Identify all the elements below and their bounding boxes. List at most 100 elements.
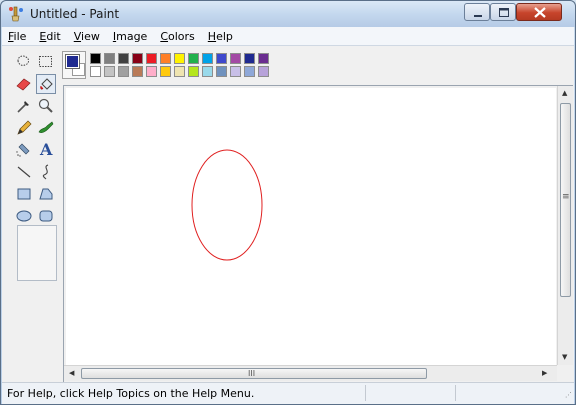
pencil-icon <box>17 120 32 135</box>
palette-swatch[interactable] <box>244 66 255 77</box>
menu-view[interactable]: View <box>74 30 100 43</box>
free-form-select-tool[interactable] <box>14 52 34 72</box>
paint-window: Untitled - Paint File Edit View Image Colors… <box>0 0 576 405</box>
scroll-left-icon[interactable]: ◀ <box>69 369 74 377</box>
palette-swatch[interactable] <box>104 66 115 77</box>
palette-swatch[interactable] <box>258 66 269 77</box>
palette-swatch[interactable] <box>146 66 157 77</box>
menu-help[interactable]: Help <box>208 30 233 43</box>
ellipse-tool[interactable] <box>14 206 34 226</box>
curve-icon <box>42 164 49 180</box>
palette-swatch[interactable] <box>174 53 185 64</box>
rounded-rectangle-tool[interactable] <box>36 206 56 226</box>
palette-swatch[interactable] <box>104 53 115 64</box>
vertical-grip: ≡ <box>562 192 570 202</box>
minimize-button[interactable] <box>464 3 490 21</box>
rectangle-icon <box>17 188 31 200</box>
status-panel-size <box>455 385 565 401</box>
current-colors[interactable] <box>62 51 86 79</box>
palette-swatch[interactable] <box>258 53 269 64</box>
palette-swatch[interactable] <box>90 66 101 77</box>
palette-swatch[interactable] <box>216 66 227 77</box>
status-text: For Help, click Help Topics on the Help … <box>7 387 255 400</box>
curve-tool[interactable] <box>36 162 56 182</box>
brush-tool[interactable] <box>36 118 56 138</box>
palette-swatch[interactable] <box>230 53 241 64</box>
horizontal-scroll-thumb[interactable]: III <box>81 368 427 379</box>
palette-swatch[interactable] <box>244 53 255 64</box>
rounded-rectangle-icon <box>39 210 53 222</box>
line-icon <box>17 166 31 178</box>
scroll-down-icon[interactable]: ▼ <box>562 353 567 361</box>
palette-swatch[interactable] <box>132 66 143 77</box>
status-bar: For Help, click Help Topics on the Help … <box>2 382 574 404</box>
palette-swatch[interactable] <box>118 66 129 77</box>
vertical-scrollbar[interactable]: ▲ ≡ ▼ <box>557 86 573 365</box>
vertical-scroll-thumb[interactable]: ≡ <box>560 103 571 297</box>
palette-swatch[interactable] <box>216 53 227 64</box>
line-tool[interactable] <box>14 162 34 182</box>
menu-file[interactable]: File <box>8 30 26 43</box>
menu-bar: File Edit View Image Colors Help <box>2 27 574 46</box>
magnifier-icon <box>38 98 53 113</box>
eraser-icon <box>16 78 31 91</box>
color-picker-icon <box>17 101 29 113</box>
menu-edit[interactable]: Edit <box>39 30 60 43</box>
magnifier-tool[interactable] <box>36 96 56 116</box>
polygon-icon <box>39 188 53 200</box>
palette-swatch[interactable] <box>146 53 157 64</box>
palette-swatch[interactable] <box>188 53 199 64</box>
scroll-right-icon[interactable]: ▶ <box>542 369 547 377</box>
pencil-tool[interactable] <box>14 118 34 138</box>
maximize-icon <box>499 8 509 17</box>
color-palette <box>62 51 302 81</box>
rectangle-tool[interactable] <box>14 184 34 204</box>
palette-swatch[interactable] <box>118 53 129 64</box>
maximize-button[interactable] <box>490 3 516 21</box>
close-icon <box>534 7 546 18</box>
drawn-ellipse <box>191 149 263 261</box>
palette-swatch[interactable] <box>132 53 143 64</box>
menu-image[interactable]: Image <box>113 30 147 43</box>
work-area: A ▲ ≡ ▼ ◀ III ▶ <box>2 46 574 382</box>
polygon-tool[interactable] <box>36 184 56 204</box>
fill-bucket-tool[interactable] <box>36 74 56 94</box>
palette-swatch[interactable] <box>202 66 213 77</box>
palette-swatch[interactable] <box>202 53 213 64</box>
title-bar[interactable]: Untitled - Paint <box>1 1 575 27</box>
drawing-surface <box>191 149 263 261</box>
palette-swatch[interactable] <box>230 66 241 77</box>
menu-colors[interactable]: Colors <box>160 30 194 43</box>
palette-swatch[interactable] <box>160 53 171 64</box>
eraser-tool[interactable] <box>14 74 34 94</box>
rectangle-select-tool[interactable] <box>36 52 56 72</box>
scroll-up-icon[interactable]: ▲ <box>562 89 567 97</box>
color-picker-tool[interactable] <box>14 96 34 116</box>
brush-icon <box>38 121 54 133</box>
drawing-canvas[interactable] <box>66 88 556 365</box>
resize-grip-icon[interactable]: ⋰ <box>565 391 572 399</box>
canvas-frame: ▲ ≡ ▼ ◀ III ▶ <box>63 85 573 382</box>
text-icon: A <box>40 140 53 159</box>
palette-swatch[interactable] <box>160 66 171 77</box>
airbrush-icon <box>16 143 30 157</box>
palette-swatch[interactable] <box>174 66 185 77</box>
horizontal-grip: III <box>248 369 256 378</box>
fill-bucket-icon <box>40 78 53 90</box>
text-tool[interactable]: A <box>36 140 56 160</box>
status-panel-position <box>365 385 455 401</box>
paint-app-icon <box>9 6 23 22</box>
foreground-color-swatch[interactable] <box>65 54 80 69</box>
horizontal-scrollbar[interactable]: ◀ III ▶ <box>64 365 557 381</box>
window-title: Untitled - Paint <box>30 7 120 21</box>
palette-swatch[interactable] <box>90 53 101 64</box>
rectangle-select-icon <box>39 56 52 67</box>
free-form-select-icon <box>17 55 29 66</box>
minimize-icon <box>474 15 482 17</box>
tool-options-panel[interactable] <box>17 225 57 281</box>
toolbox: A <box>12 50 58 380</box>
ellipse-icon <box>16 210 32 222</box>
palette-swatch[interactable] <box>188 66 199 77</box>
close-button[interactable] <box>516 3 562 21</box>
airbrush-tool[interactable] <box>14 140 34 160</box>
